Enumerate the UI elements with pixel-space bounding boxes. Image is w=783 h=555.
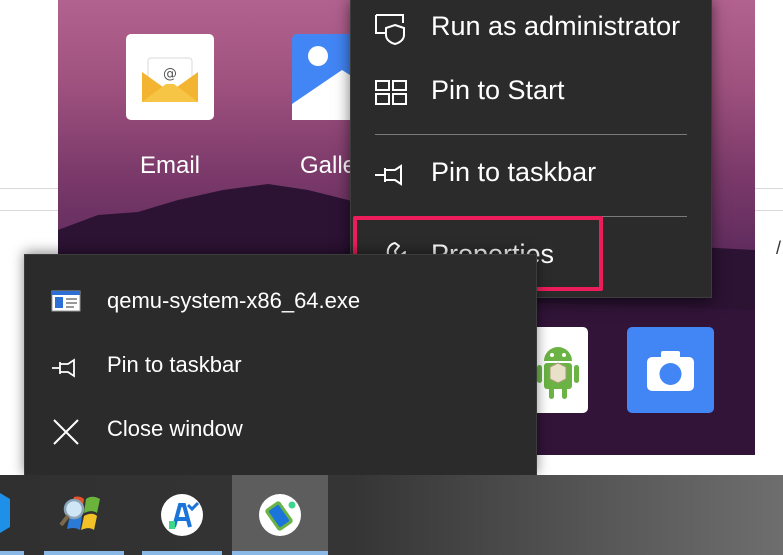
- menu-item-pin-to-taskbar[interactable]: Pin to taskbar: [25, 335, 536, 399]
- email-envelope-icon: @: [126, 34, 214, 120]
- menu-item-pin-to-taskbar[interactable]: Pin to taskbar: [351, 143, 711, 207]
- windows-flag-magnifier-icon: [59, 496, 100, 530]
- taskbar-window-menu: qemu-system-x86_64.exe Pin to taskbar Cl…: [24, 254, 537, 476]
- app-window-icon: [51, 290, 81, 312]
- blue-hexagon-icon: [0, 493, 10, 533]
- background-partial-text: /: [776, 238, 782, 258]
- app-label: Galle: [300, 152, 357, 179]
- svg-text:@: @: [163, 66, 177, 82]
- running-indicator: [44, 551, 124, 555]
- menu-item-label: Close window: [107, 416, 243, 441]
- taskbar: [0, 475, 783, 555]
- android-studio-icon: [161, 494, 203, 536]
- taskbar-button-android-studio[interactable]: [142, 475, 222, 555]
- pin-icon: [52, 358, 75, 378]
- shield-window-icon: [375, 14, 405, 46]
- menu-item-app-name[interactable]: qemu-system-x86_64.exe: [25, 271, 536, 335]
- pin-icon: [375, 164, 402, 186]
- menu-item-run-as-administrator[interactable]: Run as administrator: [351, 0, 711, 61]
- taskbar-button-windows-xp-search[interactable]: [44, 475, 124, 555]
- menu-item-label: qemu-system-x86_64.exe: [107, 288, 361, 313]
- pin-to-start-icon: [375, 80, 407, 105]
- menu-separator: [375, 134, 687, 135]
- camera-icon[interactable]: [627, 327, 714, 413]
- app-email[interactable]: @ Email: [126, 34, 214, 184]
- android-studio-icon[interactable]: [534, 327, 588, 413]
- android-emulator-icon: [259, 494, 301, 536]
- divider: [0, 188, 60, 189]
- taskbar-button-partial-app[interactable]: [0, 475, 24, 555]
- menu-item-label: Pin to Start: [431, 75, 565, 105]
- menu-item-label: Run as administrator: [431, 11, 681, 41]
- running-indicator: [142, 551, 222, 555]
- menu-item-close-window[interactable]: Close window: [25, 399, 536, 463]
- running-indicator: [0, 551, 24, 555]
- menu-item-pin-to-start[interactable]: Pin to Start: [351, 61, 711, 125]
- divider: [0, 210, 60, 211]
- close-icon: [53, 419, 79, 445]
- app-label: Email: [140, 152, 201, 179]
- menu-item-label: Pin to taskbar: [107, 352, 242, 377]
- taskbar-button-android-emulator[interactable]: [232, 475, 328, 555]
- menu-item-label: Pin to taskbar: [431, 157, 597, 187]
- running-indicator: [232, 551, 328, 555]
